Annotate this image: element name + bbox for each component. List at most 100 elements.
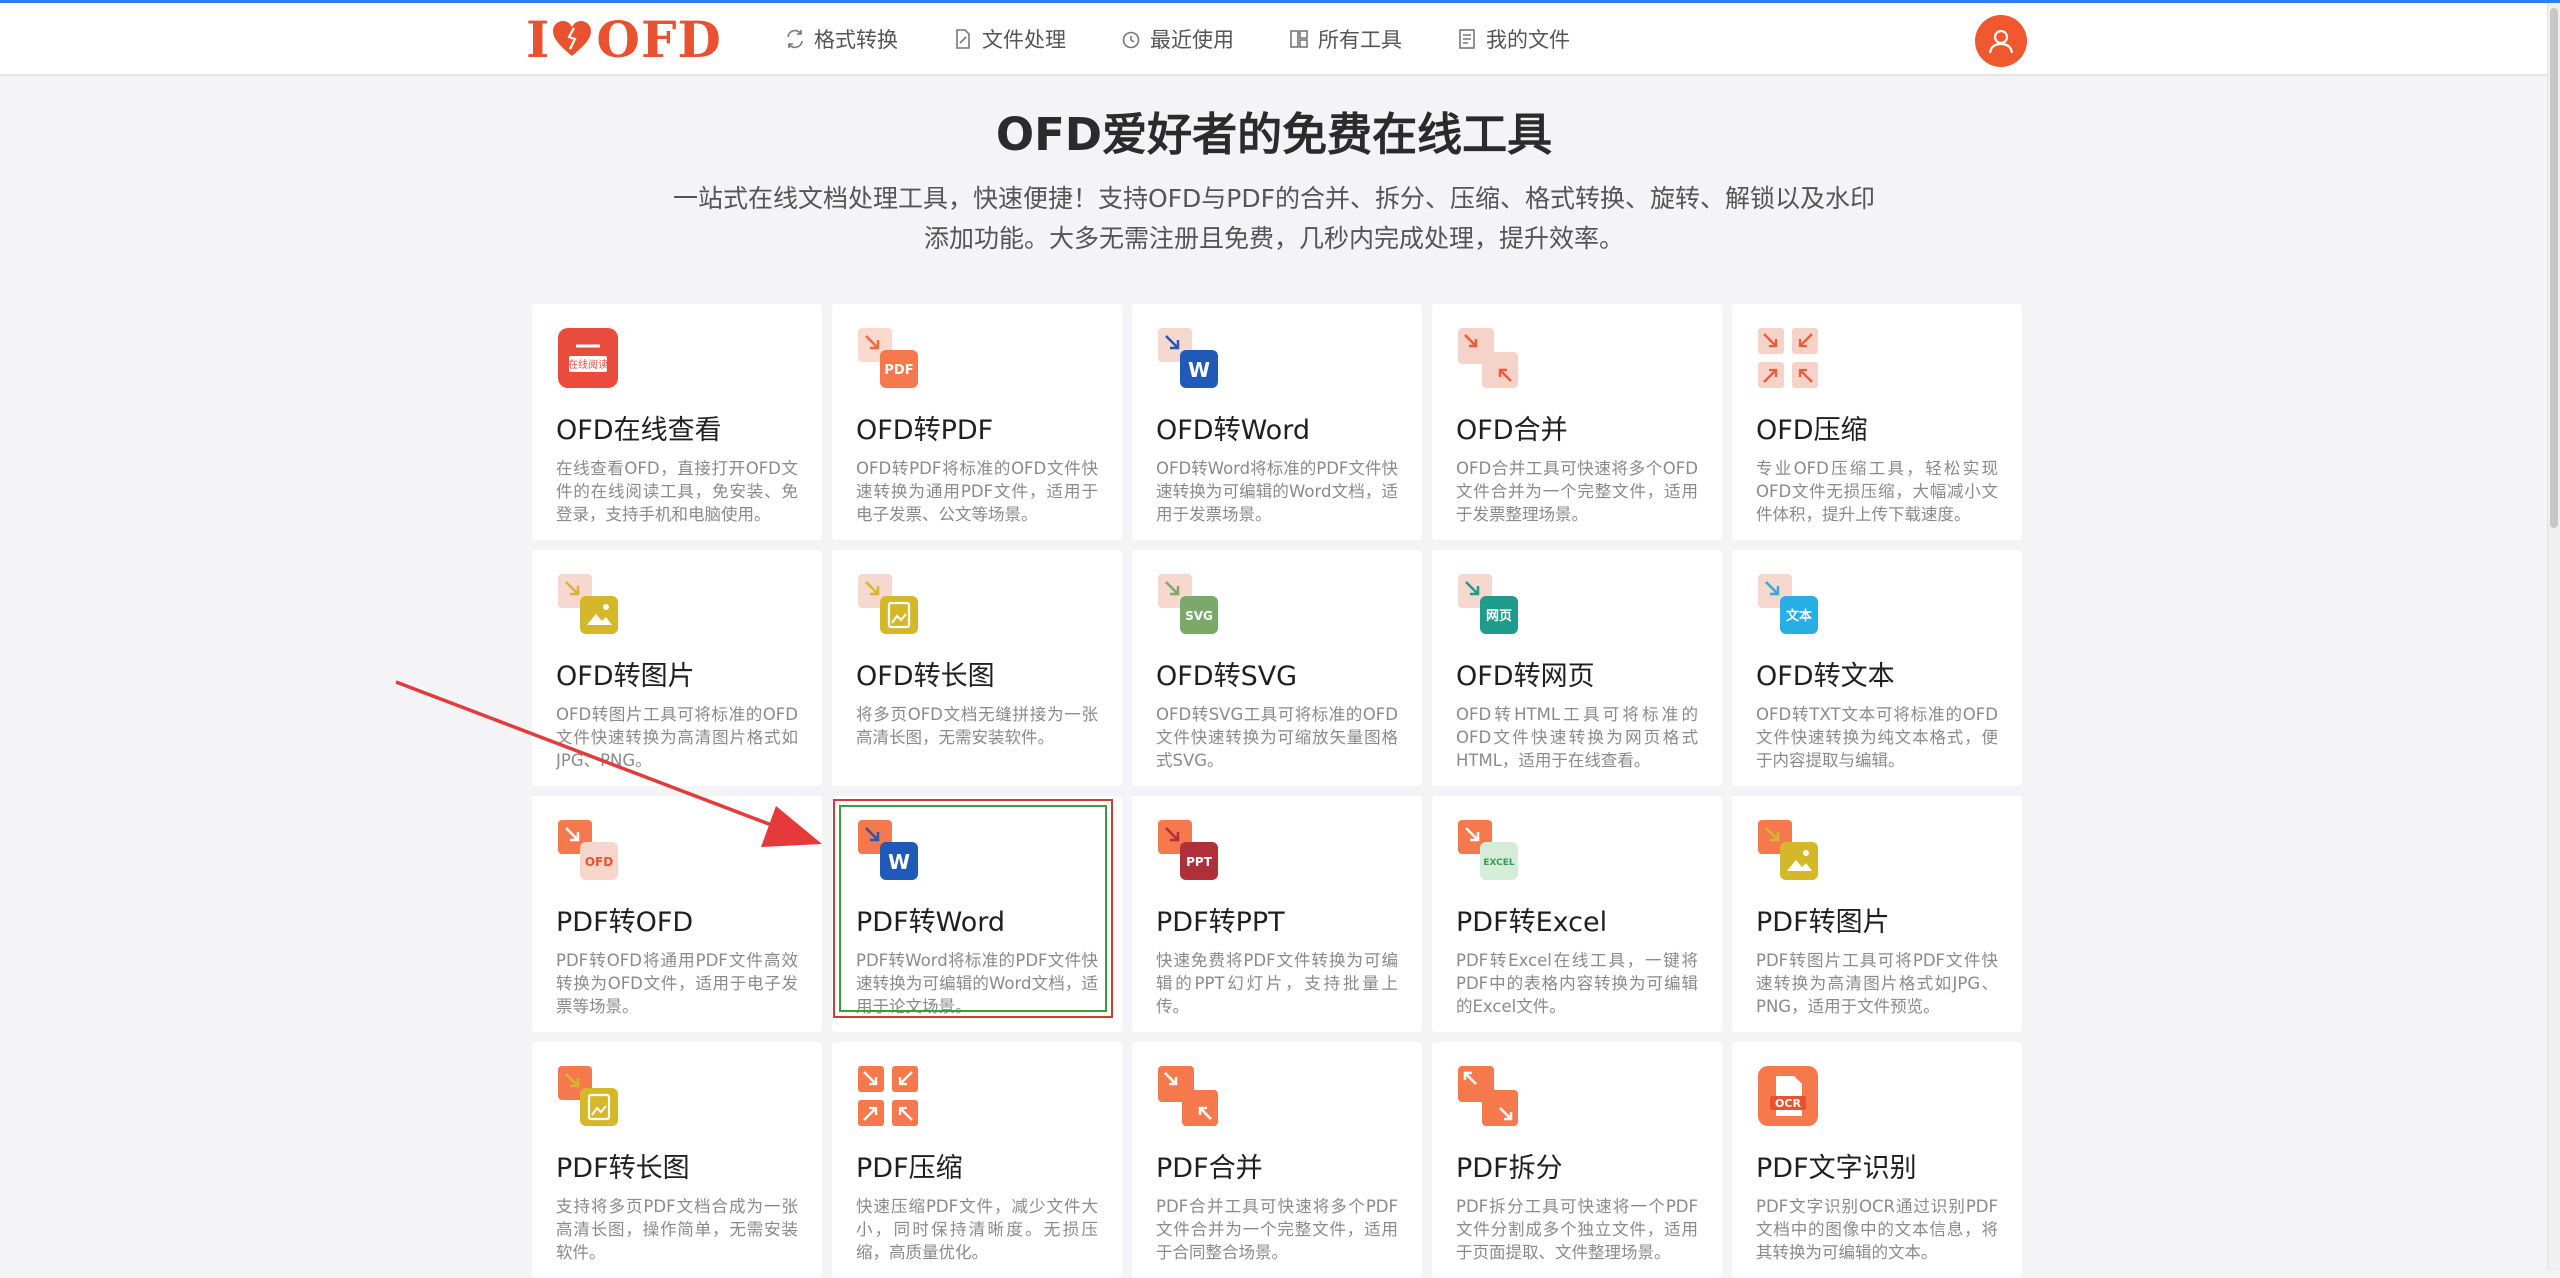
tool-description: PDF转图片工具可将PDF文件快速转换为高清图片格式如JPG、PNG，适用于文件… (1756, 951, 1998, 1016)
tool-card-ofd-to-pdf[interactable]: PDF OFD转PDF OFD转PDF将标准的OFD文件快速转换为通用PDF文件… (832, 304, 1122, 540)
icon-label: 在线阅读 (568, 358, 608, 371)
tool-description: PDF转Word将标准的PDF文件快速转换为可编辑的Word文档，适用于论文场景… (856, 951, 1098, 1016)
page-title: OFD爱好者的免费在线工具 (995, 108, 1553, 161)
ofd-to-long-image-icon (858, 574, 918, 634)
tool-card-pdf-compress[interactable]: PDF压缩 快速压缩PDF文件，减少文件大小，同时保持清晰度。无损压缩，高质量优… (832, 1042, 1122, 1278)
nav-label: 我的文件 (1486, 28, 1570, 52)
tool-description: OFD转图片工具可将标准的OFD文件快速转换为高清图片格式如JPG、PNG。 (556, 705, 798, 770)
file-edit-icon (956, 29, 970, 49)
tool-description: PDF合并工具可快速将多个PDF文件合并为一个完整文件，适用于合同整合场景。 (1156, 1197, 1398, 1262)
tools-icon (1290, 30, 1308, 48)
tool-title: OFD转长图 (856, 661, 995, 692)
nav-file-processing[interactable]: 文件处理 (952, 25, 1066, 53)
ofd-to-text-icon: 文本 (1758, 574, 1818, 634)
pdf-split-icon (1458, 1066, 1518, 1126)
icon-label: EXCEL (1483, 858, 1515, 868)
tool-card-pdf-to-ppt[interactable]: PPT PDF转PPT 快速免费将PDF文件转换为可编辑的PPT幻灯片，支持批量… (1132, 796, 1422, 1032)
tool-description: 支持将多页PDF文档合成为一张高清长图，操作简单，无需安装软件。 (556, 1197, 798, 1262)
pdf-to-image-icon (1758, 820, 1818, 880)
tool-description: PDF文字识别OCR通过识别PDF文档中的图像中的文本信息，将其转换为可编辑的文… (1756, 1197, 1998, 1262)
tool-card-pdf-to-word[interactable]: W PDF转Word PDF转Word将标准的PDF文件快速转换为可编辑的Wor… (832, 796, 1122, 1032)
icon-label: W (1188, 358, 1210, 382)
pdf-compress-icon (858, 1066, 918, 1126)
tool-title: OFD转网页 (1456, 661, 1595, 692)
tool-card-pdf-to-ofd[interactable]: OFD PDF转OFD PDF转OFD将通用PDF文件高效转换为OFD文件，适用… (532, 796, 822, 1032)
tool-title: OFD转图片 (556, 661, 695, 692)
icon-label: OFD (585, 855, 613, 869)
scrollbar-thumb[interactable] (2550, 8, 2558, 528)
clock-icon (1122, 31, 1140, 49)
tool-card-pdf-split[interactable]: PDF拆分 PDF拆分工具可快速将一个PDF文件分割成多个独立文件，适用于页面提… (1432, 1042, 1722, 1278)
tool-description: OFD转SVG工具可将标准的OFD文件快速转换为可缩放矢量图格式SVG。 (1156, 705, 1398, 770)
page-description: 一站式在线文档处理工具，快速便捷！支持OFD与PDF的合并、拆分、压缩、格式转换… (660, 179, 1888, 259)
tool-description: 快速免费将PDF文件转换为可编辑的PPT幻灯片，支持批量上传。 (1156, 951, 1398, 1016)
ofd-to-svg-icon: SVG (1158, 574, 1218, 634)
tool-description: 在线查看OFD，直接打开OFD文件的在线阅读工具，免安装、免登录，支持手机和电脑… (556, 459, 798, 524)
tool-title: PDF压缩 (856, 1153, 963, 1184)
tool-card-pdf-merge[interactable]: PDF合并 PDF合并工具可快速将多个PDF文件合并为一个完整文件，适用于合同整… (1132, 1042, 1422, 1278)
tool-card-ofd-to-word[interactable]: W OFD转Word OFD转Word将标准的PDF文件快速转换为可编辑的Wor… (1132, 304, 1422, 540)
heart-icon (553, 21, 592, 56)
icon-label: PDF (884, 363, 913, 378)
tool-title: PDF转Excel (1456, 907, 1608, 938)
nav-label: 最近使用 (1150, 28, 1234, 52)
tool-card-ofd-to-text[interactable]: 文本 OFD转文本 OFD转TXT文本可将标准的OFD文件快速转换为纯文本格式，… (1732, 550, 2022, 786)
tool-card-pdf-to-excel[interactable]: EXCEL PDF转Excel PDF转Excel在线工具，一键将PDF中的表格… (1432, 796, 1722, 1032)
tool-title: OFD转Word (1156, 415, 1310, 446)
tool-title: PDF转OFD (556, 907, 694, 938)
tool-title: PDF拆分 (1456, 1153, 1563, 1184)
icon-label: 文本 (1786, 608, 1812, 624)
tool-description: PDF拆分工具可快速将一个PDF文件分割成多个独立文件，适用于页面提取、文件整理… (1456, 1197, 1698, 1262)
tool-description: OFD合并工具可快速将多个OFD文件合并为一个完整文件，适用于发票整理场景。 (1456, 459, 1698, 524)
tool-description: 将多页OFD文档无缝拼接为一张高清长图，无需安装软件。 (856, 705, 1098, 747)
navbar: I OFD 格式转换 文件处理 最近使用 所有工具 我的文件 (0, 3, 2548, 74)
tool-title: OFD合并 (1456, 415, 1568, 446)
tool-title: OFD压缩 (1756, 415, 1868, 446)
tool-card-pdf-to-long-image[interactable]: PDF转长图 支持将多页PDF文档合成为一张高清长图，操作简单，无需安装软件。 (532, 1042, 822, 1278)
page-description-line-1: 一站式在线文档处理工具，快速便捷！支持OFD与PDF的合并、拆分、压缩、格式转换… (672, 184, 1876, 213)
nav-my-files[interactable]: 我的文件 (1456, 25, 1570, 53)
tool-title: PDF转图片 (1756, 907, 1890, 938)
tool-card-ofd-to-long-image[interactable]: OFD转长图 将多页OFD文档无缝拼接为一张高清长图，无需安装软件。 (832, 550, 1122, 786)
nav-recent[interactable]: 最近使用 (1120, 25, 1234, 53)
user-avatar-button[interactable] (1975, 15, 2027, 67)
logo-text-i: I (526, 9, 551, 69)
convert-icon (787, 29, 803, 49)
icon-label: PPT (1186, 855, 1213, 869)
ofd-to-html-icon: 网页 (1458, 574, 1518, 634)
tool-title: OFD转文本 (1756, 661, 1895, 692)
tool-description: OFD转Word将标准的PDF文件快速转换为可编辑的Word文档，适用于发票场景… (1156, 459, 1398, 524)
my-files-icon (1459, 29, 1475, 49)
icon-label: W (888, 850, 910, 874)
tool-card-pdf-to-image[interactable]: PDF转图片 PDF转图片工具可将PDF文件快速转换为高清图片格式如JPG、PN… (1732, 796, 2022, 1032)
icon-label: 网页 (1486, 609, 1512, 624)
tool-title: OFD转PDF (856, 415, 994, 446)
tool-card-ofd-viewer[interactable]: 在线阅读 OFD在线查看 在线查看OFD，直接打开OFD文件的在线阅读工具，免安… (532, 304, 822, 540)
tool-description: PDF转Excel在线工具，一键将PDF中的表格内容转换为可编辑的Excel文件… (1456, 951, 1698, 1016)
logo[interactable]: I OFD (526, 9, 722, 69)
pdf-ocr-icon: OCR (1758, 1066, 1818, 1126)
tool-title: PDF文字识别 (1756, 1153, 1917, 1184)
ofd-merge-icon (1458, 328, 1518, 388)
ofd-to-word-icon: W (1158, 328, 1218, 388)
nav-format-convert[interactable]: 格式转换 (784, 25, 898, 53)
nav-label: 所有工具 (1318, 28, 1402, 52)
nav-label: 文件处理 (982, 28, 1066, 52)
ofd-compress-icon (1758, 328, 1818, 388)
ofd-to-image-icon (558, 574, 618, 634)
pdf-to-word-icon: W (858, 820, 918, 880)
ofd-viewer-icon: 在线阅读 (558, 328, 618, 388)
tool-card-ofd-to-image[interactable]: OFD转图片 OFD转图片工具可将标准的OFD文件快速转换为高清图片格式如JPG… (532, 550, 822, 786)
pdf-to-ofd-icon: OFD (558, 820, 618, 880)
tool-grid: 在线阅读 OFD在线查看 在线查看OFD，直接打开OFD文件的在线阅读工具，免安… (532, 304, 2022, 1278)
tool-card-ofd-to-html[interactable]: 网页 OFD转网页 OFD转HTML工具可将标准的OFD文件快速转换为网页格式H… (1432, 550, 1722, 786)
tool-description: 快速压缩PDF文件，减少文件大小，同时保持清晰度。无损压缩，高质量优化。 (856, 1197, 1098, 1262)
tool-description: PDF转OFD将通用PDF文件高效转换为OFD文件，适用于电子发票等场景。 (556, 951, 798, 1016)
tool-card-ofd-merge[interactable]: OFD合并 OFD合并工具可快速将多个OFD文件合并为一个完整文件，适用于发票整… (1432, 304, 1722, 540)
tool-card-pdf-ocr[interactable]: OCR PDF文字识别 PDF文字识别OCR通过识别PDF文档中的图像中的文本信… (1732, 1042, 2022, 1278)
tool-card-ofd-compress[interactable]: OFD压缩 专业OFD压缩工具，轻松实现OFD文件无损压缩，大幅减小文件体积，提… (1732, 304, 2022, 540)
tool-title: OFD转SVG (1156, 661, 1298, 692)
tool-card-ofd-to-svg[interactable]: SVG OFD转SVG OFD转SVG工具可将标准的OFD文件快速转换为可缩放矢… (1132, 550, 1422, 786)
tool-title: PDF合并 (1156, 1153, 1263, 1184)
nav-all-tools[interactable]: 所有工具 (1288, 25, 1402, 53)
